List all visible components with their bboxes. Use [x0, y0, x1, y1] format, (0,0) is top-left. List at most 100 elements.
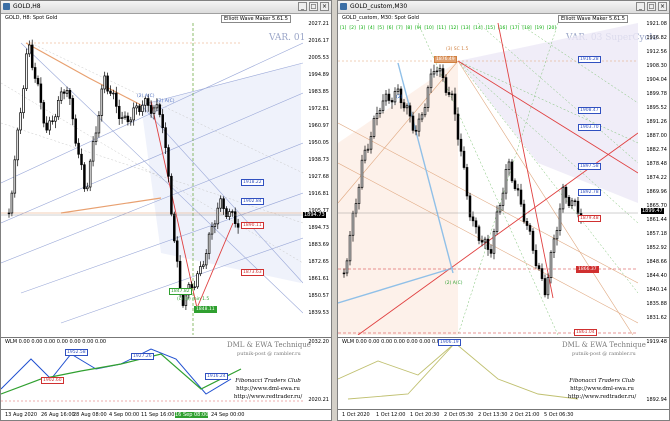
candle-body — [435, 70, 439, 73]
club-name: Fibonacci Traders Club — [569, 378, 635, 384]
left-chart-window[interactable]: GOLD,H8 _ □ × GOLD, H8: Spot Gold Elliot… — [0, 0, 332, 421]
right-box-b8: 1876.49 — [434, 56, 457, 63]
maximize-button[interactable]: □ — [309, 2, 318, 11]
wave-label: (2) A(C) — [157, 99, 175, 104]
candle-body — [462, 150, 466, 168]
candle-body — [164, 127, 167, 148]
candle-body — [477, 226, 481, 241]
candle-body — [405, 105, 409, 109]
candle-body — [513, 180, 517, 189]
close-button[interactable]: × — [320, 2, 329, 11]
candle-body — [68, 90, 72, 99]
candle-body — [468, 195, 472, 218]
candle-body — [519, 189, 523, 205]
candle-body — [213, 223, 217, 227]
price-tick: 1852.92 — [646, 245, 667, 251]
left-osc-axis: 2032.20 2020.21 — [301, 339, 331, 409]
candle-body — [97, 115, 101, 134]
left-box-b6: 1848.11 — [194, 306, 217, 313]
left-titlebar[interactable]: GOLD,H8 _ □ × — [1, 1, 331, 14]
price-tick: 1972.81 — [308, 106, 329, 112]
candle-body — [426, 87, 430, 108]
candle-body — [387, 93, 391, 101]
time-tick: 11 Sep 16:00 — [141, 412, 175, 418]
left-box-b1: 1918.22 — [241, 179, 264, 186]
right-chart-window[interactable]: GOLD_custom,M30 _ □ × GOLD_custom, M30: … — [337, 0, 670, 421]
candle-body — [16, 129, 19, 161]
club-site: http://www.dml-ewa.ru — [570, 386, 634, 392]
candle-body — [558, 208, 562, 231]
club-site: http://www.redtrader.ru/ — [233, 394, 303, 400]
time-tick: 1 Oct 12:00 — [376, 412, 406, 418]
candle-body — [408, 105, 412, 117]
candle-body — [219, 198, 222, 209]
right-ewm-label: Elliott Wave Maker 5.61.5 — [558, 15, 628, 23]
minimize-button[interactable]: _ — [636, 2, 645, 11]
candle-body — [522, 203, 526, 222]
candle-body — [51, 120, 54, 122]
time-tick: 28 Aug 08:00 — [73, 412, 107, 418]
candle-body — [345, 260, 349, 274]
right-main-chart[interactable] — [338, 23, 638, 335]
candle-body — [112, 92, 115, 95]
club-site: http://www.dml-ewa.ru — [236, 386, 300, 392]
candle-body — [30, 44, 34, 68]
right-price-axis: 1921.08 1916.82 1912.56 1908.30 1904.04 … — [639, 21, 669, 335]
candle-body — [231, 211, 234, 213]
price-tick: 1894.73 — [308, 225, 329, 231]
candle-body — [342, 272, 346, 275]
candle-body — [80, 153, 83, 166]
close-button[interactable]: × — [658, 2, 667, 11]
time-tick: 16 Sep 08:00 — [175, 412, 209, 418]
price-tick: 1950.05 — [308, 140, 329, 146]
candle-body — [375, 113, 379, 119]
price-tick: 1848.66 — [646, 259, 667, 265]
right-tech-sub: putnik-post @ rambler.ru — [572, 351, 636, 357]
candle-body — [411, 115, 415, 131]
left-price-axis: 2027.21 2016.17 2005.53 1994.89 1983.85 … — [301, 21, 331, 335]
candle-body — [465, 167, 469, 197]
candle-body — [525, 221, 529, 226]
candle-body — [432, 71, 436, 75]
price-tick: 1891.26 — [646, 119, 667, 125]
candle-body — [564, 186, 568, 198]
candle-body — [489, 249, 493, 254]
price-tick: 1840.14 — [646, 287, 667, 293]
left-box-b4: 1873.63 — [241, 269, 264, 276]
candle-body — [94, 132, 98, 142]
price-tick: 1908.30 — [646, 63, 667, 69]
candle-body — [117, 105, 121, 119]
candle-body — [423, 107, 427, 116]
candle-body — [109, 90, 112, 94]
candle-body — [106, 75, 109, 92]
candle-body — [88, 160, 92, 188]
candle-body — [36, 78, 40, 85]
candle-body — [480, 240, 484, 243]
right-titlebar[interactable]: GOLD_custom,M30 _ □ × — [338, 1, 669, 14]
maximize-button[interactable]: □ — [647, 2, 656, 11]
candle-body — [537, 265, 541, 269]
time-tick: 24 Sep 00:00 — [211, 412, 245, 418]
candle-body — [77, 142, 80, 155]
minimize-button[interactable]: _ — [298, 2, 307, 11]
price-tick: 2005.53 — [308, 55, 329, 61]
candle-body — [567, 197, 571, 206]
osc-box: 1927.26 — [131, 353, 154, 360]
osc-box: 1902.60 — [41, 377, 64, 384]
candle-body — [193, 286, 196, 288]
left-box-current: 1894.73 — [303, 212, 326, 218]
candle-body — [233, 211, 237, 224]
right-tech-title: DML & EWA Technique — [562, 341, 646, 349]
candle-body — [372, 118, 376, 137]
candle-body — [54, 116, 57, 122]
candle-body — [561, 186, 565, 210]
candle-body — [492, 231, 496, 254]
wave-label: (2) A(C) — [445, 281, 463, 286]
candle-body — [135, 105, 138, 109]
chart-window-icon — [340, 3, 347, 10]
price-tick: 1857.18 — [646, 231, 667, 237]
wave-label: (c) ($) min 1.5 — [177, 297, 210, 302]
candle-body — [450, 93, 454, 96]
candle-body — [100, 88, 104, 116]
right-fan-zone-orange — [338, 61, 458, 335]
